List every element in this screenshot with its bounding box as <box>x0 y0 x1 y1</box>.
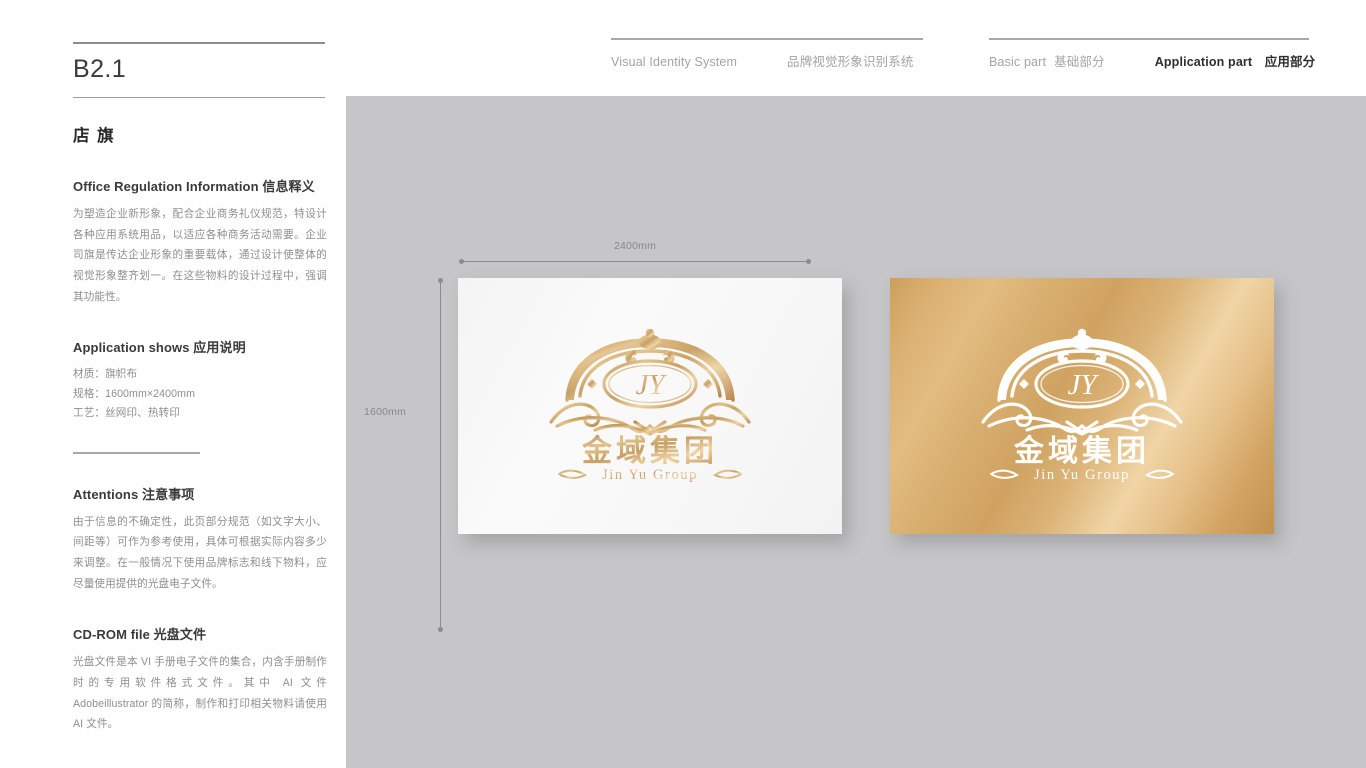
logo-monogram-text: JY <box>1068 369 1100 401</box>
logo-name-en-text: Jin Yu Group <box>1034 467 1130 483</box>
page-code-rule-top <box>73 42 325 44</box>
nav-basic-part-en[interactable]: Basic part <box>989 55 1046 69</box>
nav-application-part-en[interactable]: Application part <box>1155 55 1253 69</box>
logo-monogram-text: JY <box>636 369 668 401</box>
nav-visual-identity-system-en[interactable]: Visual Identity System <box>611 55 737 69</box>
block-attentions-body: 由于信息的不确定性，此页部分规范（如文字大小、间距等）可作为参考使用，具体可根据… <box>73 515 327 590</box>
dimension-line-width <box>459 259 811 264</box>
dimension-label-width: 2400mm <box>613 240 657 252</box>
block-office-regulation-heading-cn: 信息释义 <box>262 179 315 194</box>
nav-group-parts: Basic part 基础部分 Application part 应用部分 <box>989 38 1315 71</box>
spec-material: 材质：旗帜布 <box>73 368 138 381</box>
nav-basic-part-cn[interactable]: 基础部分 <box>1054 51 1105 70</box>
block-cdrom-file-heading-cn: 光盘文件 <box>153 627 207 643</box>
logo-name-cn-text: 金域集团 <box>581 434 718 469</box>
block-office-regulation-body: 为塑造企业新形象，配合企业商务礼仪规范，特设计各种应用系统用品，以适应各种商务活… <box>73 208 327 303</box>
block-attentions-heading: Attentions 注意事项 <box>73 484 327 503</box>
block-office-regulation-heading-en: Office Regulation Information <box>73 179 259 194</box>
logo-name-en-text: Jin Yu Group <box>602 467 698 483</box>
logo-jinyu-white: JY 金域集团 Jin Yu Group <box>967 326 1197 486</box>
block-office-regulation-heading: Office Regulation Information 信息释义 <box>73 176 327 195</box>
block-application-shows-heading-en: Application shows <box>73 340 190 356</box>
spec-size: 规格：1600mm×2400mm <box>73 387 196 400</box>
spec-process: 工艺：丝网印、热转印 <box>73 407 180 420</box>
page-code-rule-bottom <box>73 96 325 98</box>
nav-rule-right <box>989 38 1309 40</box>
block-attentions-heading-en: Attentions <box>73 486 139 502</box>
sidebar: B2.1 店 旗 Office Regulation Information 信… <box>73 0 327 735</box>
logo-name-cn-text: 金域集团 <box>1013 434 1150 469</box>
page-code: B2.1 <box>73 55 127 83</box>
nav-rule-left <box>611 38 923 40</box>
flag-mockup-gold[interactable]: JY 金域集团 Jin Yu Group <box>890 278 1274 534</box>
preview-stage: 2400mm 1600mm JY 金域集团 Jin Yu Group JY 金域… <box>346 96 1366 768</box>
flag-mockup-white[interactable]: JY 金域集团 Jin Yu Group <box>458 278 842 534</box>
block-office-regulation: Office Regulation Information 信息释义 为塑造企业… <box>73 176 327 307</box>
logo-jinyu-gold: JY 金域集团 Jin Yu Group <box>535 326 765 486</box>
block-application-shows-heading-cn: 应用说明 <box>193 340 246 356</box>
nav-visual-identity-system-cn[interactable]: 品牌视觉形象识别系统 <box>787 55 914 69</box>
dimension-line-height <box>438 278 443 632</box>
block-application-shows: Application shows 应用说明 材质：旗帜布 规格：1600mm×… <box>73 337 327 424</box>
block-attentions: Attentions 注意事项 由于信息的不确定性，此页部分规范（如文字大小、间… <box>73 484 327 595</box>
sidebar-divider <box>73 452 200 454</box>
dimension-label-height: 1600mm <box>364 406 407 418</box>
page-title: 店 旗 <box>73 127 116 145</box>
nav-application-part-cn[interactable]: 应用部分 <box>1265 55 1316 69</box>
block-cdrom-file-heading-en: CD-ROM file <box>73 627 150 643</box>
block-cdrom-file-body: 光盘文件是本 VI 手册电子文件的集合，内含手册制作时的专用软件格式文件。其中 … <box>73 656 327 731</box>
block-application-shows-heading: Application shows 应用说明 <box>73 337 327 356</box>
nav-group-system: Visual Identity System 品牌视觉形象识别系统 <box>611 38 923 71</box>
block-cdrom-file-heading: CD-ROM file 光盘文件 <box>73 624 327 643</box>
block-cdrom-file: CD-ROM file 光盘文件 光盘文件是本 VI 手册电子文件的集合，内含手… <box>73 624 327 735</box>
block-attentions-heading-cn: 注意事项 <box>142 486 195 502</box>
